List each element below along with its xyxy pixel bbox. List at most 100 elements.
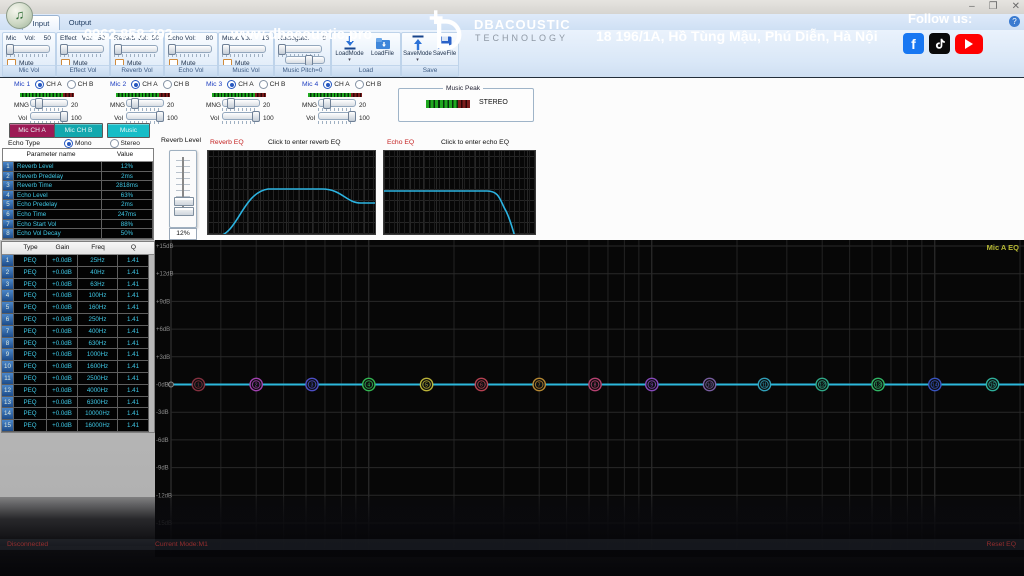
- peq-row[interactable]: 10PEQ+0.0dB1600Hz1.41: [2, 361, 154, 373]
- slider-track[interactable]: [168, 45, 212, 53]
- mng-slider[interactable]: [126, 99, 164, 111]
- slider-thumb[interactable]: [348, 111, 356, 122]
- mng-slider[interactable]: [318, 99, 356, 111]
- slider-thumb[interactable]: [278, 44, 286, 55]
- channel-button-music[interactable]: Music: [107, 123, 150, 138]
- mic-vol-slider[interactable]: [318, 112, 356, 124]
- eq-band-point-1[interactable]: 1: [192, 378, 204, 390]
- eq-band-point-2[interactable]: 2: [250, 378, 262, 390]
- param-row[interactable]: 4Echo Level63%: [3, 191, 153, 201]
- peq-row[interactable]: 8PEQ+0.0dB630Hz1.41: [2, 338, 154, 350]
- slider-thumb[interactable]: [168, 44, 176, 55]
- close-button[interactable]: ✕: [1012, 0, 1020, 14]
- help-icon[interactable]: ?: [1009, 16, 1020, 27]
- eq-band-point-11[interactable]: 11: [758, 378, 770, 390]
- slider-track[interactable]: [6, 45, 50, 53]
- slider-thumb[interactable]: [35, 98, 43, 109]
- youtube-icon[interactable]: [955, 34, 983, 54]
- mng-slider[interactable]: [222, 99, 260, 111]
- peq-row[interactable]: 15PEQ+0.0dB16000Hz1.41: [2, 420, 154, 432]
- slider-track[interactable]: [114, 45, 158, 53]
- slider-thumb[interactable]: [252, 111, 260, 122]
- peq-row[interactable]: 9PEQ+0.0dB1000Hz1.41: [2, 349, 154, 361]
- param-row[interactable]: 8Echo Vol Decay50%: [3, 229, 153, 239]
- facebook-icon[interactable]: f: [903, 33, 924, 54]
- vol-slider[interactable]: [60, 45, 104, 57]
- slider-thumb[interactable]: [60, 44, 68, 55]
- slider-thumb[interactable]: [6, 44, 14, 55]
- peq-row[interactable]: 2PEQ+0.0dB40Hz1.41: [2, 267, 154, 279]
- ch-b-radio[interactable]: CH B: [163, 80, 190, 89]
- channel-button-mic-ch-a[interactable]: Mic CH A: [9, 123, 55, 138]
- eq-band-point-5[interactable]: 5: [420, 378, 432, 390]
- param-row[interactable]: 5Echo Predelay2ms: [3, 200, 153, 210]
- ch-a-radio[interactable]: CH A: [227, 80, 253, 89]
- slider-thumb[interactable]: [227, 98, 235, 109]
- peq-row[interactable]: 13PEQ+0.0dB6300Hz1.41: [2, 397, 154, 409]
- slider-track[interactable]: [222, 99, 260, 107]
- slider-track[interactable]: [126, 99, 164, 107]
- eq-band-point-10[interactable]: 10: [703, 378, 715, 390]
- peq-row[interactable]: 12PEQ+0.0dB4000Hz1.41: [2, 385, 154, 397]
- eq-band-point-12[interactable]: 12: [816, 378, 828, 390]
- param-row[interactable]: 3Reverb Time2818ms: [3, 181, 153, 191]
- reverb-eq-thumbnail[interactable]: [207, 150, 376, 235]
- slider-thumb[interactable]: [174, 197, 194, 206]
- slider-track[interactable]: [126, 112, 164, 120]
- vol-slider[interactable]: [168, 45, 212, 57]
- eq-band-point-14[interactable]: 14: [929, 378, 941, 390]
- ch-b-radio[interactable]: CH B: [259, 80, 286, 89]
- tiktok-icon[interactable]: [929, 33, 950, 54]
- peq-row[interactable]: 3PEQ+0.0dB63Hz1.41: [2, 279, 154, 291]
- ch-a-radio[interactable]: CH A: [35, 80, 61, 89]
- param-row[interactable]: 7Echo Start Vol88%: [3, 220, 153, 230]
- footer-website[interactable]: www.dbacoustic.pro: [231, 27, 372, 43]
- reset-eq-status[interactable]: Reset EQ: [987, 539, 1016, 550]
- channel-button-mic-ch-b[interactable]: Mic CH B: [54, 123, 103, 138]
- peq-row[interactable]: 5PEQ+0.0dB160Hz1.41: [2, 302, 154, 314]
- slider-thumb[interactable]: [222, 44, 230, 55]
- vol-slider[interactable]: [114, 45, 158, 57]
- ch-a-radio[interactable]: CH A: [323, 80, 349, 89]
- peq-row[interactable]: 14PEQ+0.0dB10000Hz1.41: [2, 408, 154, 420]
- param-row[interactable]: 2Reverb Predelay2ms: [3, 172, 153, 182]
- slider-track[interactable]: [30, 99, 68, 107]
- vol-slider[interactable]: [222, 45, 266, 57]
- eq-band-point-7[interactable]: 7: [533, 378, 545, 390]
- mic-vol-slider[interactable]: [222, 112, 260, 124]
- peq-row[interactable]: 11PEQ+0.0dB2500Hz1.41: [2, 373, 154, 385]
- peq-row[interactable]: 1PEQ+0.0dB25Hz1.41: [2, 255, 154, 267]
- ch-a-radio[interactable]: CH A: [131, 80, 157, 89]
- maximize-button[interactable]: ❐: [989, 0, 998, 14]
- slider-track[interactable]: [318, 99, 356, 107]
- slider-thumb[interactable]: [60, 111, 68, 122]
- slider-track[interactable]: [285, 56, 325, 64]
- peq-row[interactable]: 4PEQ+0.0dB100Hz1.41: [2, 290, 154, 302]
- param-row[interactable]: 1Reverb Level12%: [3, 162, 153, 172]
- reverb-level-slider[interactable]: [169, 150, 197, 228]
- eq-band-point-15[interactable]: 15: [986, 378, 998, 390]
- slider-thumb[interactable]: [323, 98, 331, 109]
- peq-row[interactable]: 6PEQ+0.0dB250Hz1.41: [2, 314, 154, 326]
- ch-b-radio[interactable]: CH B: [355, 80, 382, 89]
- slider-track[interactable]: [60, 45, 104, 53]
- slider-track[interactable]: [222, 45, 266, 53]
- param-row[interactable]: 6Echo Time247ms: [3, 210, 153, 220]
- eq-band-point-3[interactable]: 3: [306, 378, 318, 390]
- peq-row[interactable]: 7PEQ+0.0dB400Hz1.41: [2, 326, 154, 338]
- eq-band-point-9[interactable]: 9: [646, 378, 658, 390]
- slider-track[interactable]: [318, 112, 356, 120]
- slider-thumb[interactable]: [131, 98, 139, 109]
- mng-slider[interactable]: [30, 99, 68, 111]
- slider-track[interactable]: [278, 45, 322, 53]
- eq-band-point-4[interactable]: 4: [363, 378, 375, 390]
- vol-slider[interactable]: [6, 45, 50, 57]
- echo-eq-thumbnail[interactable]: [383, 150, 536, 235]
- eq-band-point-13[interactable]: 13: [872, 378, 884, 390]
- eq-band-point-6[interactable]: 6: [475, 378, 487, 390]
- echo-type-stereo-radio[interactable]: Stereo: [110, 139, 140, 148]
- slider-thumb[interactable]: [156, 111, 164, 122]
- slider-track[interactable]: [222, 112, 260, 120]
- echo-type-mono-radio[interactable]: Mono: [64, 139, 92, 148]
- slider-thumb[interactable]: [114, 44, 122, 55]
